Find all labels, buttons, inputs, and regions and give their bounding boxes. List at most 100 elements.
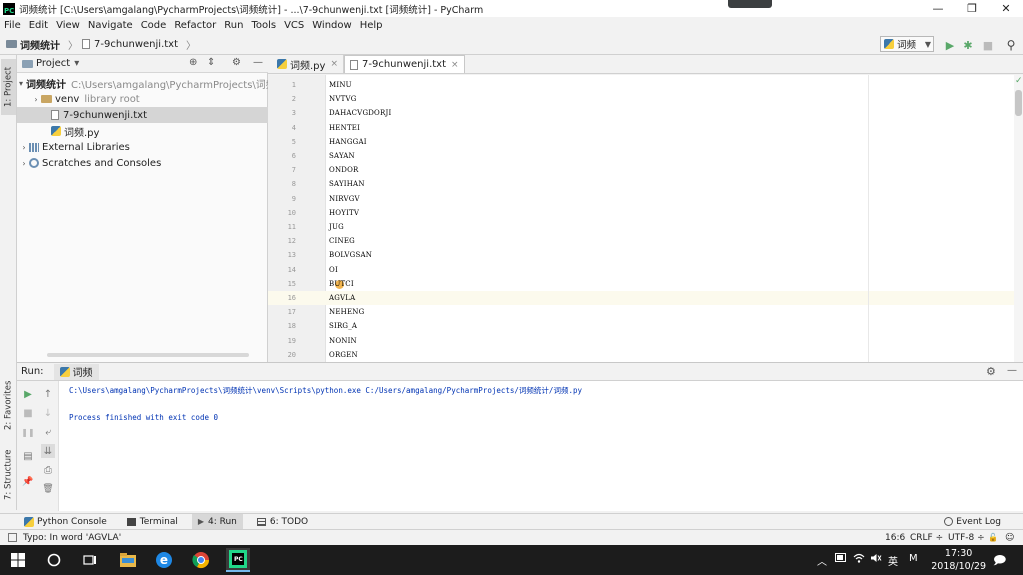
editor-gutter[interactable]: 1 2 3 4 5 6 7 8 9 10 11 12 13 14 15 16 17 18 19 20: [268, 75, 326, 362]
menu-refactor[interactable]: Refactor: [174, 20, 216, 31]
chrome-browser-icon[interactable]: [191, 550, 211, 570]
code-line[interactable]: HOYITV: [329, 206, 359, 220]
run-configuration-select[interactable]: 词频 ▼: [880, 36, 934, 52]
caret-position[interactable]: 16:6: [885, 533, 905, 543]
code-line[interactable]: HANGGAI: [329, 135, 367, 149]
tab-text-file[interactable]: 7-9chunwenji.txt ×: [344, 55, 465, 73]
menu-window[interactable]: Window: [312, 20, 351, 31]
code-line[interactable]: OI: [329, 263, 338, 277]
dump-threads-icon[interactable]: ▤: [21, 449, 35, 463]
tree-item-python-file[interactable]: 词频.py: [17, 123, 268, 139]
terminal-tool-tab[interactable]: Terminal: [121, 514, 184, 530]
run-tab[interactable]: 词频: [53, 363, 99, 380]
chevron-down-icon[interactable]: ▾: [19, 79, 23, 88]
gear-icon[interactable]: ⚙: [986, 365, 996, 378]
lock-icon[interactable]: 🔓: [988, 533, 998, 542]
code-line[interactable]: SIRG_A: [329, 319, 357, 333]
menu-view[interactable]: View: [56, 20, 80, 31]
hide-panel-icon[interactable]: —: [1007, 365, 1017, 376]
code-line[interactable]: NEHENG: [329, 305, 364, 319]
windows-start-icon[interactable]: [8, 550, 28, 570]
ime-mode-indicator[interactable]: M: [909, 553, 918, 564]
menu-edit[interactable]: Edit: [29, 20, 48, 31]
chevron-right-icon[interactable]: ›: [19, 143, 29, 152]
search-icon[interactable]: ⚲: [1004, 38, 1018, 52]
code-line[interactable]: JUG: [329, 220, 344, 234]
volume-icon[interactable]: [870, 553, 882, 566]
python-console-tool-tab[interactable]: Python Console: [18, 514, 113, 530]
file-explorer-icon[interactable]: [118, 550, 138, 570]
menu-run[interactable]: Run: [224, 20, 243, 31]
menu-file[interactable]: File: [4, 20, 21, 31]
pycharm-taskbar-icon[interactable]: PC: [226, 548, 250, 572]
code-line[interactable]: ORGEN: [329, 348, 358, 362]
chevron-right-icon[interactable]: ›: [19, 159, 29, 168]
ime-language-indicator[interactable]: 英: [888, 553, 898, 568]
hide-panel-icon[interactable]: —: [253, 57, 263, 68]
code-line[interactable]: MINU: [329, 78, 352, 92]
breadcrumb-project[interactable]: 词频统计: [6, 37, 60, 52]
collapse-all-icon[interactable]: ⇕: [207, 57, 215, 68]
code-line[interactable]: AGVLA: [329, 291, 355, 305]
status-message[interactable]: Typo: In word 'AGVLA': [23, 533, 121, 543]
toggle-tool-windows-icon[interactable]: [8, 533, 17, 542]
tab-python-file[interactable]: 词频.py ×: [272, 55, 344, 73]
hector-icon[interactable]: ☺: [1005, 533, 1014, 543]
tree-item-text-file[interactable]: 7-9chunwenji.txt: [17, 107, 268, 123]
code-line[interactable]: HENTEI: [329, 121, 360, 135]
up-arrow-icon[interactable]: ↑: [41, 387, 55, 401]
rerun-icon[interactable]: ▶: [21, 387, 35, 401]
drag-handle[interactable]: [728, 0, 772, 8]
run-console[interactable]: C:\Users\amgalang\PycharmProjects\词频统计\v…: [59, 381, 1023, 511]
print-icon[interactable]: ⎙: [41, 463, 55, 477]
stop-icon[interactable]: ■: [21, 406, 35, 420]
todo-tool-tab[interactable]: 6: TODO: [251, 514, 314, 530]
close-tab-icon[interactable]: ×: [330, 59, 338, 69]
menu-help[interactable]: Help: [360, 20, 383, 31]
menu-vcs[interactable]: VCS: [284, 20, 304, 31]
scroll-to-end-icon[interactable]: ⇊: [41, 444, 55, 458]
clock[interactable]: 17:30 2018/10/29: [931, 547, 986, 573]
pause-icon[interactable]: ❚❚: [21, 425, 35, 439]
soft-wrap-icon[interactable]: ⤶: [41, 425, 55, 439]
tree-item-project-root[interactable]: ▾ 词频统计 C:\Users\amgalang\PycharmProjects…: [17, 75, 268, 91]
locate-icon[interactable]: ⊕: [189, 57, 197, 68]
breadcrumb-file[interactable]: 7-9chunwenji.txt: [82, 39, 178, 50]
menu-navigate[interactable]: Navigate: [88, 20, 133, 31]
minimize-button[interactable]: —: [921, 0, 955, 17]
tree-item-scratches[interactable]: › Scratches and Consoles: [17, 155, 268, 171]
encoding-select[interactable]: UTF-8 ÷: [948, 533, 985, 543]
menu-code[interactable]: Code: [141, 20, 167, 31]
chevron-down-icon[interactable]: ▾: [74, 58, 79, 69]
code-line[interactable]: DAHACVGDORJI: [329, 106, 391, 120]
code-line[interactable]: BOLVGSAN: [329, 248, 372, 262]
trash-icon[interactable]: 🗑: [41, 482, 55, 496]
project-tool-tab[interactable]: 1: Project: [1, 59, 16, 115]
chevron-right-icon[interactable]: ›: [31, 95, 41, 104]
gear-icon[interactable]: ⚙: [232, 57, 241, 68]
code-line[interactable]: BUTCI: [329, 277, 354, 291]
structure-tool-tab[interactable]: 7: Structure: [1, 443, 16, 507]
cortana-search-icon[interactable]: [44, 550, 64, 570]
project-panel-title[interactable]: Project: [36, 58, 70, 69]
code-line[interactable]: NIRVGV: [329, 192, 360, 206]
task-view-icon[interactable]: [80, 550, 100, 570]
event-log-tool-tab[interactable]: Event Log: [938, 514, 1007, 530]
editor-text-area[interactable]: MINU NVTVG DAHACVGDORJI HENTEI HANGGAI SAYAN O…: [326, 75, 1014, 362]
wifi-icon[interactable]: [853, 553, 865, 566]
run-icon[interactable]: ▶: [943, 38, 957, 52]
down-arrow-icon[interactable]: ↓: [41, 406, 55, 420]
horizontal-scrollbar[interactable]: [47, 353, 249, 357]
battery-icon[interactable]: [835, 553, 847, 565]
editor-scrollbar[interactable]: ✓: [1014, 75, 1023, 362]
code-line[interactable]: SAYAN: [329, 149, 355, 163]
tree-item-venv[interactable]: › venv library root: [17, 91, 268, 107]
inspection-ok-icon[interactable]: ✓: [1015, 76, 1023, 86]
code-line[interactable]: NVTVG: [329, 92, 357, 106]
maximize-button[interactable]: ❐: [955, 0, 989, 17]
run-tool-tab[interactable]: ▶ 4: Run: [191, 513, 243, 530]
stop-icon[interactable]: ■: [981, 38, 995, 52]
pin-icon[interactable]: 📌: [21, 475, 35, 489]
close-button[interactable]: ✕: [989, 0, 1023, 17]
favorites-tool-tab[interactable]: 2: Favorites: [1, 373, 16, 437]
